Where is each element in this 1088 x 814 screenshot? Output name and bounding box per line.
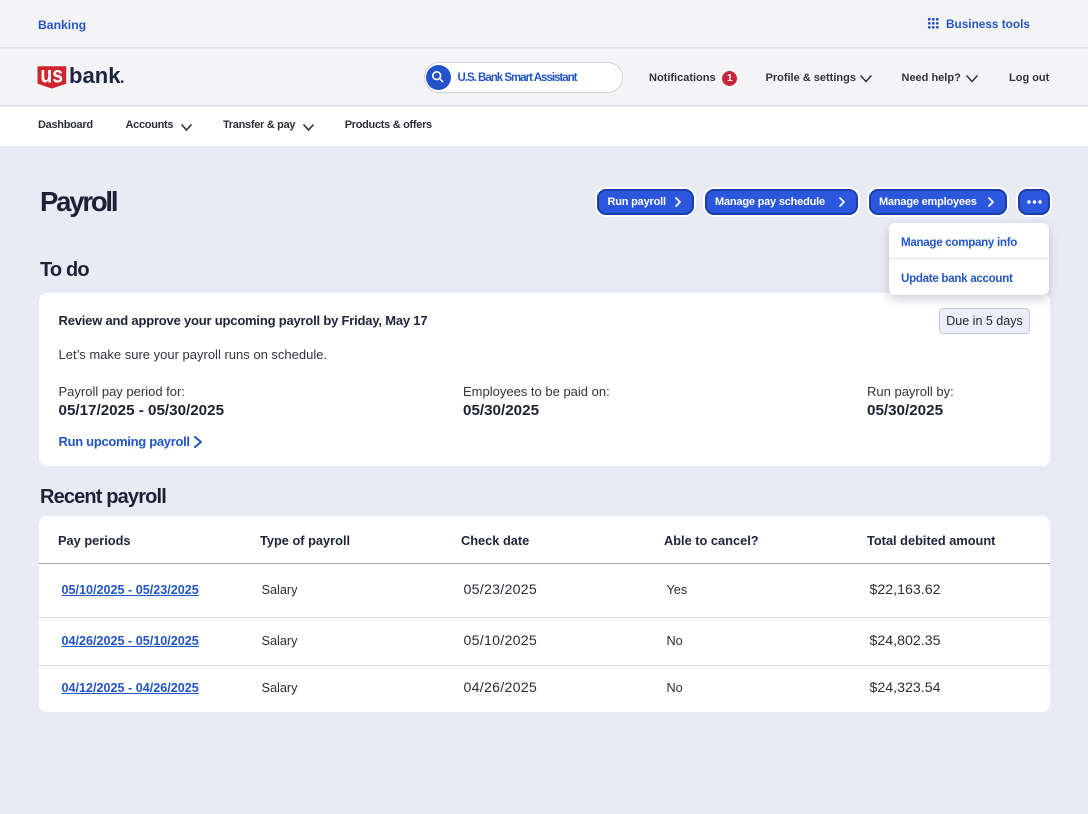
- svg-text:us: us: [40, 64, 63, 87]
- svg-text:bank: bank: [69, 64, 121, 88]
